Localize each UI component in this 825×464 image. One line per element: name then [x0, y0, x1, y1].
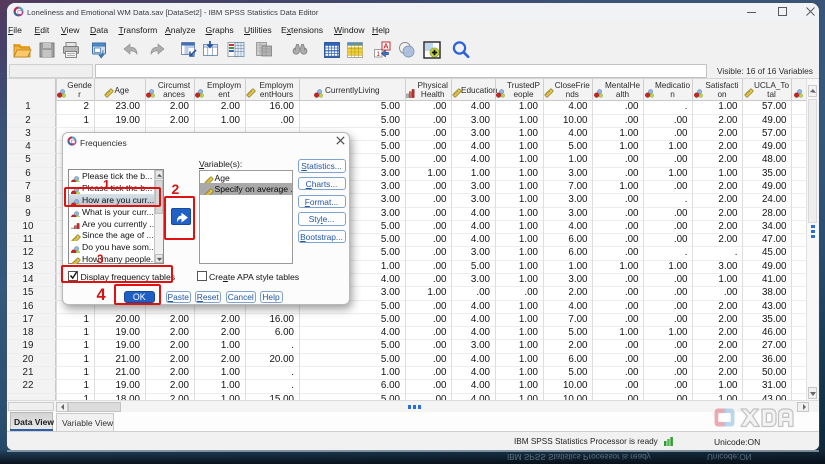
- svg-text:1: 1: [376, 50, 380, 57]
- svg-text:A: A: [383, 41, 389, 50]
